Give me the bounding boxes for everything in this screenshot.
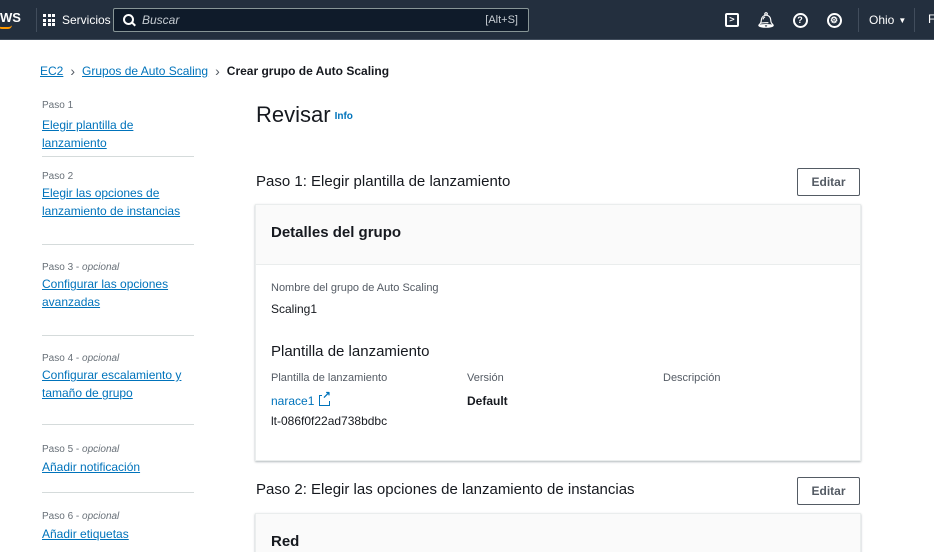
card-title: Red [256,514,860,552]
services-menu-button[interactable]: Servicios [36,8,120,32]
region-label: Ohio [869,13,895,27]
step-3: Paso 3 - opcional Configurar las opcione… [42,245,194,336]
step-1: Paso 1 Elegir plantilla de lanzamiento [42,100,194,157]
region-selector[interactable]: Ohio ▼ [858,8,916,32]
launch-template-grid: Plantilla de lanzamiento narace1 lt-086f… [271,372,845,428]
group-name-label: Nombre del grupo de Auto Scaling [271,282,439,294]
edit-step-1-button[interactable]: Editar [797,168,860,196]
step-number: Paso 2 [42,171,74,182]
step-number: Paso 4 - opcional [42,353,120,364]
step-link-4[interactable]: Configurar escalamiento y tamaño de grup… [42,366,194,402]
edit-step-2-button[interactable]: Editar [797,477,860,505]
info-link[interactable]: Info [335,111,353,122]
card-title: Detalles del grupo [256,205,860,265]
template-id: lt-086f0f22ad738bdbc [271,414,388,428]
step-5: Paso 5 - opcional Añadir notificación [42,425,194,493]
section-2-title: Paso 2: Elegir las opciones de lanzamien… [256,481,635,498]
description-column: Descripción [663,372,720,428]
step-number: Paso 3 - opcional [42,262,120,273]
version-label: Versión [467,372,504,384]
cloudshell-icon: > [725,13,739,27]
step-number: Paso 5 - opcional [42,444,120,455]
page-title-text: Revisar [256,102,331,127]
step-link-6[interactable]: Añadir etiquetas [42,525,194,543]
step-link-3[interactable]: Configurar las opciones avanzadas [42,275,194,311]
template-link[interactable]: narace1 [271,391,467,408]
settings-button[interactable]: ⚙ [824,10,844,30]
wizard-steps: Paso 1 Elegir plantilla de lanzamiento P… [42,100,194,552]
step-number: Paso 6 - opcional [42,511,120,522]
services-label: Servicios [62,13,111,27]
search-input[interactable] [142,13,486,27]
search-shortcut-hint: [Alt+S] [485,14,518,26]
external-link-icon [319,391,331,406]
aws-smile-icon [0,25,12,29]
section-1-title: Paso 1: Elegir plantilla de lanzamiento [256,173,511,190]
template-column: Plantilla de lanzamiento narace1 lt-086f… [271,372,467,428]
breadcrumb-auto-scaling-groups[interactable]: Grupos de Auto Scaling [82,64,208,78]
version-column: Versión Default [467,372,663,428]
version-value: Default [467,394,508,408]
breadcrumb-ec2[interactable]: EC2 [40,64,63,78]
page-title: Revisar Info [256,102,353,128]
search-box[interactable]: [Alt+S] [113,8,529,32]
step-link-1[interactable]: Elegir plantilla de lanzamiento [42,116,194,152]
step-6: Paso 6 - opcional Añadir etiquetas [42,493,194,552]
chevron-right-icon: › [215,63,220,79]
bell-icon: 🔔︎ [756,12,776,29]
network-card: Red [255,513,861,552]
step-link-5[interactable]: Añadir notificación [42,458,194,476]
description-label: Descripción [663,372,721,384]
help-icon: ? [792,12,808,28]
breadcrumb-current: Crear grupo de Auto Scaling [226,64,390,78]
breadcrumb: EC2 › Grupos de Auto Scaling › Crear gru… [40,63,389,79]
step-number: Paso 1 [42,100,74,111]
launch-template-heading: Plantilla de lanzamiento [271,343,430,360]
aws-logo[interactable]: WS [0,10,21,29]
step-link-2[interactable]: Elegir las opciones de lanzamiento de in… [42,184,194,220]
grid-icon [43,14,55,26]
account-menu[interactable]: F [928,12,934,26]
notifications-button[interactable]: 🔔︎ [756,10,776,30]
top-nav: WS Servicios [Alt+S] > 🔔︎ ? ⚙ Ohio ▼ F [0,0,934,40]
step-2: Paso 2 Elegir las opciones de lanzamient… [42,157,194,245]
step-4: Paso 4 - opcional Configurar escalamient… [42,336,194,425]
group-name-value: Scaling1 [271,302,318,316]
card-body: Nombre del grupo de Auto Scaling Scaling… [256,265,860,428]
search-icon [122,13,136,27]
cloudshell-button[interactable]: > [722,10,742,30]
caret-down-icon: ▼ [898,15,907,25]
aws-logo-text: WS [0,10,21,25]
template-label: Plantilla de lanzamiento [271,372,388,384]
help-button[interactable]: ? [790,10,810,30]
chevron-right-icon: › [70,63,76,79]
template-name: narace1 [271,394,315,408]
group-details-card: Detalles del grupo Nombre del grupo de A… [255,204,861,461]
gear-icon: ⚙ [826,12,842,28]
